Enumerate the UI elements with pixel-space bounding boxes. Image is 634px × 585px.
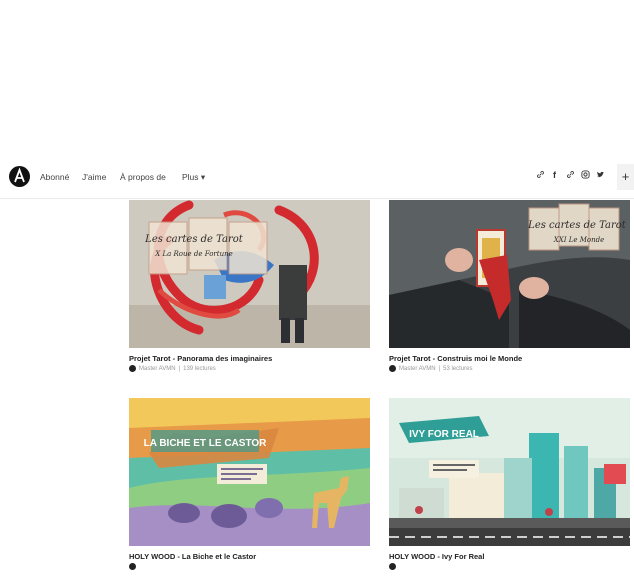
story-thumbnail[interactable]: LA BICHE ET LE CASTOR [129,398,370,546]
link-icon[interactable] [536,170,545,181]
author-name[interactable]: Master AVMN [399,366,436,372]
nav-link-about[interactable]: À propos de [120,172,166,182]
chevron-down-icon: ▾ [200,172,206,182]
story-card[interactable]: Les cartes de Tarot XXI Le Monde Projet … [389,200,630,372]
thumbnail-overlay-title: Les cartes de Tarot [527,220,627,231]
story-title[interactable]: Projet Tarot - Construis moi le Monde [389,354,630,363]
facebook-icon[interactable]: f [553,170,556,180]
nav-link-follow[interactable]: Abonné [40,172,69,182]
thumbnail-overlay-subtitle: XXI Le Monde [553,236,605,244]
brand-logo-icon[interactable] [9,166,30,187]
thumbnail-overlay-subtitle: X La Roue de Fortune [154,250,232,258]
story-thumbnail[interactable]: Les cartes de Tarot XXI Le Monde [389,200,630,348]
author-avatar [129,365,136,372]
story-card[interactable]: LA BICHE ET LE CASTOR HOLY WOOD - La Bic… [129,398,370,570]
story-meta: Master AVMN | 53 lectures [389,365,630,372]
story-meta [389,563,630,570]
profile-nav-bar: Abonné J'aime À propos de Plus ▾ f + [0,160,634,199]
thumbnail-overlay-title: IVY FOR REAL [409,429,479,440]
thumbnail-overlay-title: LA BICHE ET LE CASTOR [144,438,268,449]
link-icon[interactable] [566,170,575,181]
twitter-icon[interactable] [596,170,605,181]
story-title[interactable]: HOLY WOOD - Ivy For Real [389,552,630,561]
author-avatar [129,563,136,570]
read-count: 139 lectures [183,365,216,372]
meta-separator: | [178,365,181,372]
add-button[interactable]: + [617,164,634,190]
author-avatar [389,365,396,372]
instagram-icon[interactable] [581,170,590,181]
nav-link-more-label: Plus [182,172,199,182]
thumbnail-overlay-title: Les cartes de Tarot [144,234,244,245]
story-title[interactable]: Projet Tarot - Panorama des imaginaires [129,354,370,363]
author-name[interactable]: Master AVMN [139,366,176,372]
read-count: 53 lectures [443,365,473,372]
story-meta: Master AVMN | 139 lectures [129,365,370,372]
nav-link-more[interactable]: Plus ▾ [182,172,205,183]
story-card[interactable]: IVY FOR REAL HOLY WOOD - Ivy For Real [389,398,630,570]
story-card[interactable]: Les cartes de Tarot X La Roue de Fortune… [129,200,370,372]
story-thumbnail[interactable]: IVY FOR REAL [389,398,630,546]
meta-separator: | [438,365,441,372]
story-meta [129,563,370,570]
author-avatar [389,563,396,570]
story-thumbnail[interactable]: Les cartes de Tarot X La Roue de Fortune [129,200,370,348]
nav-link-likes[interactable]: J'aime [82,172,106,182]
story-title[interactable]: HOLY WOOD - La Biche et le Castor [129,552,370,561]
